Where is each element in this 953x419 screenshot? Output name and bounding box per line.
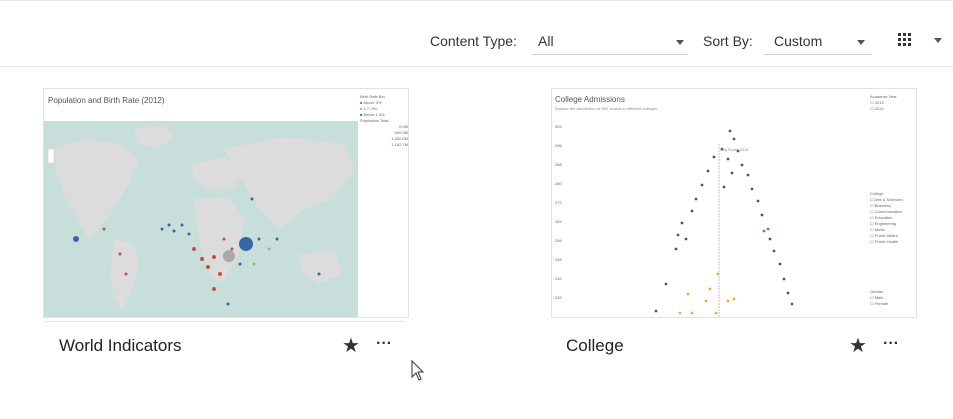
y-axis-ticks: 304 296 288 280 272 264 256 248 240 232 <box>555 124 562 300</box>
gender-filter: Gender ☐ Male ☐ Female <box>870 289 889 306</box>
content-toolbar: Content Type: All Sort By: Custom <box>0 8 953 67</box>
star-icon[interactable]: ★ <box>849 336 869 356</box>
sort-by-label: Sort By: <box>703 33 753 49</box>
college-filter: College ☐ Arts & Sciences ☐ Business ☐ C… <box>870 191 903 244</box>
mouse-cursor-icon <box>411 360 425 381</box>
map-legend: Birth Rate Bin ■ Above 3% ■ 1.7–3% ■ Bel… <box>360 94 408 148</box>
chevron-down-icon <box>857 40 865 45</box>
content-type-dropdown[interactable]: All <box>532 29 688 55</box>
chevron-down-icon <box>676 40 684 45</box>
thumbnail-stack-edge <box>45 318 405 322</box>
more-actions-icon[interactable]: ··· <box>376 335 398 355</box>
grid-view-icon[interactable] <box>898 33 914 49</box>
sort-by-value: Custom <box>774 33 823 49</box>
world-map-image <box>44 121 358 317</box>
workbook-thumbnail[interactable]: College Admissions Explore the distribut… <box>551 88 917 318</box>
workbook-title[interactable]: World Indicators <box>59 336 182 356</box>
reference-line-label: Avg Score 2013 <box>720 147 749 152</box>
view-menu-chevron-icon[interactable] <box>934 38 942 43</box>
workbook-title[interactable]: College <box>566 336 624 356</box>
scatter-plot-image <box>654 129 794 317</box>
workbook-thumbnail[interactable]: Population and Birth Rate (2012) Birth R… <box>43 88 409 318</box>
academic-year-filter: Academic Year ☐ 2013 ☐ 2014 <box>870 94 897 111</box>
content-type-value: All <box>538 33 554 49</box>
content-type-label: Content Type: <box>430 33 517 49</box>
size-legend-item: 1,162.7M <box>391 142 408 147</box>
sort-by-dropdown[interactable]: Custom <box>764 29 872 55</box>
more-actions-icon[interactable]: ··· <box>883 335 905 355</box>
star-icon[interactable]: ★ <box>342 336 362 356</box>
top-border <box>0 0 953 8</box>
